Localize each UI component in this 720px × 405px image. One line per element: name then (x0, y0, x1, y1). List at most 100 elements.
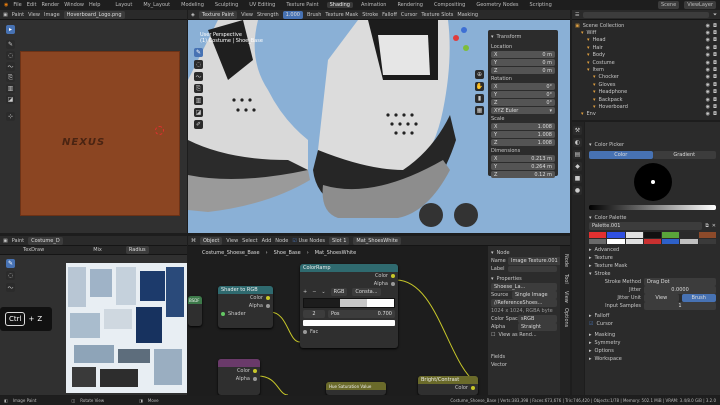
rotation-mode-dropdown[interactable]: XYZ Euler ▾ (491, 107, 555, 114)
tab-scripting[interactable]: Scripting (527, 2, 555, 8)
ramp-interpolation[interactable]: Consta... (352, 288, 381, 296)
tab-geometry-nodes[interactable]: Geometry Nodes (473, 2, 521, 8)
texture-mask-menu[interactable]: Texture Mask (325, 12, 358, 18)
outliner-item[interactable]: ▾ Gloves ◉ ◘ (575, 81, 717, 88)
palette-swatch[interactable] (607, 238, 625, 244)
node-name-field[interactable]: Image Texture.001 (508, 257, 560, 265)
outliner-item[interactable]: ▾ Headphone ◉ ◘ (575, 89, 717, 96)
side-tab-options[interactable]: Options (563, 308, 569, 327)
smear-tool-icon[interactable]: 〜 (6, 62, 15, 71)
image-mode-menu[interactable]: Paint (12, 12, 24, 18)
shader-to-rgb-node[interactable]: Shader to RGB Color Alpha Shader (218, 286, 273, 328)
outliner-search-field[interactable] (583, 11, 709, 18)
visibility-eye-icon[interactable]: ◉ (706, 89, 710, 95)
palette-swatch[interactable] (662, 232, 680, 238)
side-tab-view[interactable]: View (563, 291, 569, 303)
material-selector[interactable]: Mat_ShoesWhite (353, 236, 401, 245)
color-wheel[interactable] (633, 163, 672, 201)
visibility-eye-icon[interactable]: ◉ (706, 37, 710, 43)
tab-sculpting[interactable]: Sculpting (212, 2, 241, 8)
mask-tool-icon[interactable]: ◪ (6, 95, 15, 104)
scale-y-field[interactable]: Y 1.008 (491, 131, 555, 138)
brush-menu[interactable]: Brush (307, 12, 321, 18)
object-props-icon[interactable]: ■ (573, 174, 582, 183)
uv-smear-tool-icon[interactable]: 〜 (6, 283, 15, 292)
node-label-field[interactable] (508, 266, 557, 272)
smear-brush-icon[interactable]: 〜 (194, 72, 203, 81)
tab-modeling[interactable]: Modeling (178, 2, 207, 8)
location-y-field[interactable]: Y0 m (491, 59, 555, 66)
palette-swatch[interactable] (680, 232, 698, 238)
view-as-render-checkbox[interactable]: ☐ View as Rend... (491, 331, 557, 339)
outliner-item[interactable]: ▾ Item ◉ ◘ (575, 66, 717, 73)
node-select-menu[interactable]: Select (242, 238, 257, 244)
visibility-eye-icon[interactable]: ◉ (706, 67, 710, 73)
palette-swatch[interactable] (625, 238, 643, 244)
cursor-menu[interactable]: Cursor (401, 12, 417, 18)
palette-swatch[interactable] (698, 238, 716, 244)
viewlayer-selector[interactable]: ViewLayer (684, 1, 716, 9)
jitter-unit-view[interactable]: View (644, 294, 679, 302)
alpha-dropdown[interactable]: Straight (518, 323, 557, 331)
visibility-eye-icon[interactable]: ◉ (706, 111, 710, 117)
render-camera-icon[interactable]: ◘ (713, 60, 717, 66)
texture-section[interactable]: ▸ Texture (589, 254, 716, 262)
visibility-eye-icon[interactable]: ◉ (706, 97, 710, 103)
tab-uv-editing[interactable]: UV Editing (246, 2, 278, 8)
outliner-item[interactable]: ▾ Hoverboard ◉ ◘ (575, 103, 717, 110)
visibility-eye-icon[interactable]: ◉ (706, 104, 710, 110)
bsdf-node-stub[interactable]: BSDF (188, 296, 202, 326)
node-node-menu[interactable]: Node (275, 238, 288, 244)
menu-file[interactable]: File (13, 2, 21, 8)
visibility-eye-icon[interactable]: ◉ (706, 30, 710, 36)
rotation-x-field[interactable]: X 0° (491, 83, 555, 90)
palette-swatch[interactable] (662, 238, 680, 244)
menu-render[interactable]: Render (41, 2, 59, 8)
image-datablock-field[interactable]: Shoese_La... (491, 283, 557, 291)
outliner-item[interactable]: ▾ Backpack ◉ ◘ (575, 96, 717, 103)
source-dropdown[interactable]: Single Image (512, 291, 557, 299)
rotation-y-field[interactable]: Y 0° (491, 91, 555, 98)
outliner-item[interactable]: ▾ Costume ◉ ◘ (575, 59, 717, 66)
outliner-item[interactable]: ▣ Scene Collection ◉ ◘ (575, 22, 717, 29)
ramp-stop-index[interactable]: 2 (303, 310, 325, 318)
uv-brush-name[interactable]: TexDraw (23, 247, 44, 253)
color-space-dropdown[interactable]: sRGB (518, 315, 557, 323)
color-wheel-cursor[interactable] (650, 180, 655, 184)
jitter-unit-brush[interactable]: Brush (681, 294, 716, 302)
outliner-item[interactable]: ▾ Chocker ◉ ◘ (575, 74, 717, 81)
outliner-type-icon[interactable]: ☰ (575, 12, 579, 18)
uv-mode-menu[interactable]: Paint (12, 238, 24, 244)
uv-draw-tool-icon[interactable]: ✎ (6, 259, 15, 268)
outliner-item[interactable]: ▾ Hair ◉ ◘ (575, 44, 717, 51)
node-add-menu[interactable]: Add (262, 238, 272, 244)
image-menu[interactable]: Image (44, 12, 60, 18)
workspace-section[interactable]: ▸ Workspace (589, 355, 716, 363)
menu-help[interactable]: Help (89, 2, 100, 8)
uv-soften-tool-icon[interactable]: ◌ (6, 271, 15, 280)
ramp-add-stop-button[interactable]: + (303, 289, 307, 295)
visibility-eye-icon[interactable]: ◉ (706, 23, 710, 29)
ramp-menu-button[interactable]: ⌄ (321, 289, 325, 295)
properties-section-title[interactable]: ▾ Properties (491, 275, 557, 283)
palette-new-icon[interactable]: ⧉ (705, 223, 709, 229)
visibility-eye-icon[interactable]: ◉ (706, 52, 710, 58)
stroke-menu[interactable]: Stroke (362, 12, 378, 18)
scale-x-field[interactable]: X 1.008 (491, 123, 555, 130)
transform-title[interactable]: ▾ Transform (491, 33, 555, 41)
symmetry-section[interactable]: ▸ Symmetry (589, 339, 716, 347)
tool-props-icon[interactable]: ⚒ (573, 126, 582, 135)
render-camera-icon[interactable]: ◘ (713, 52, 717, 58)
visibility-eye-icon[interactable]: ◉ (706, 45, 710, 51)
draw-tool-icon[interactable]: ✎ (6, 40, 15, 49)
palette-swatch[interactable] (680, 238, 698, 244)
tab-my-layout[interactable]: My_Layout (140, 2, 173, 8)
use-nodes-checkbox[interactable]: ☑ Use Nodes (292, 238, 325, 244)
tab-rendering[interactable]: Rendering (394, 2, 426, 8)
mix-node[interactable]: Color Alpha (218, 359, 260, 395)
uv-radius-field[interactable]: Radius (125, 246, 149, 254)
tab-animation[interactable]: Animation (358, 2, 390, 8)
clone-brush-icon[interactable]: ⎘ (194, 84, 203, 93)
render-camera-icon[interactable]: ◘ (713, 89, 717, 95)
uv-object-field[interactable]: Costume_D (28, 236, 63, 245)
